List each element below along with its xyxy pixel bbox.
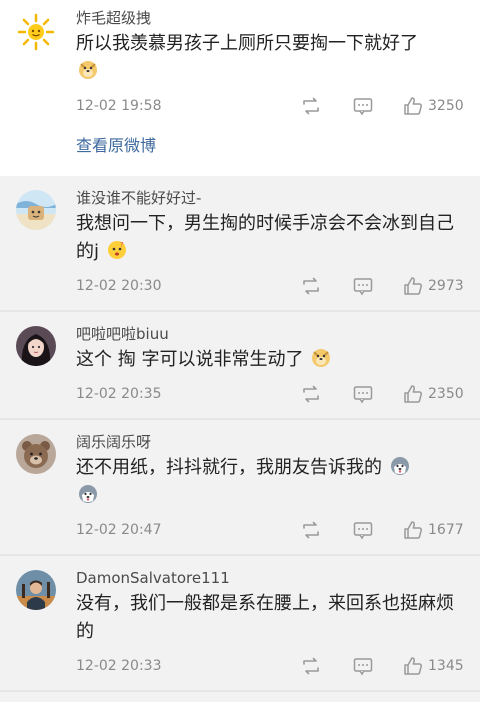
- repost-icon: [303, 97, 319, 115]
- comment-icon: [353, 98, 373, 116]
- repost-button[interactable]: [300, 655, 322, 677]
- thumbs-up-icon: [404, 277, 423, 295]
- repost-button[interactable]: [300, 383, 322, 405]
- comment-item: 吧啦吧啦biuu 这个 掏 字可以说非常生动了 12-02 20:35 2350: [0, 314, 480, 420]
- comment-username[interactable]: 谁没谁不能好好过-: [76, 188, 466, 208]
- repost-icon: [303, 385, 319, 403]
- comment-text-content: 还不用纸，抖抖就行，我朋友告诉我的: [76, 457, 382, 478]
- like-button[interactable]: 1677: [402, 519, 466, 541]
- comment-icon: [353, 522, 373, 540]
- bear-avatar-icon: [16, 434, 56, 474]
- like-count: 3250: [428, 98, 464, 114]
- comment-actions: 3250: [300, 95, 466, 117]
- comment-time: 12-02 20:30: [76, 278, 162, 294]
- reply-button[interactable]: [352, 655, 374, 677]
- comment-time: 12-02 20:33: [76, 658, 162, 674]
- comment-text: 这个 掏 字可以说非常生动了: [76, 346, 466, 374]
- sun-icon: [16, 12, 56, 52]
- comment-item: 谁没谁不能好好过- 我想问一下，男生掏的时候手凉会不会冰到自己的j ? 12-0…: [0, 178, 480, 312]
- comment-username[interactable]: 吧啦吧啦biuu: [76, 324, 466, 344]
- repost-button[interactable]: [300, 275, 322, 297]
- comment-meta: 12-02 20:47 1677: [76, 518, 466, 542]
- comment-feed: 炸毛超级拽 所以我羡慕男孩子上厕所只要掏一下就好了 12-02 19:58 32…: [0, 0, 480, 692]
- comment-username[interactable]: DamonSalvatore111: [76, 568, 466, 588]
- comment-meta: 12-02 20:33 1345: [76, 654, 466, 678]
- husky-emoji-icon: [78, 484, 98, 504]
- comment-icon: [353, 386, 373, 404]
- comment-text: 没有，我们一般都是系在腰上，来回系也挺麻烦的: [76, 593, 454, 642]
- sun-avatar[interactable]: [16, 12, 56, 52]
- repost-icon: [303, 521, 319, 539]
- repost-button[interactable]: [300, 95, 322, 117]
- comment-item: DamonSalvatore111 没有，我们一般都是系在腰上，来回系也挺麻烦的…: [0, 558, 480, 692]
- comment-text: 还不用纸，抖抖就行，我朋友告诉我的: [76, 454, 466, 510]
- reply-button[interactable]: [352, 275, 374, 297]
- comment-actions: 2350: [300, 383, 466, 405]
- like-count: 2973: [428, 278, 464, 294]
- comment-text: 我想问一下，男生掏的时候手凉会不会冰到自己的j ?: [76, 210, 466, 266]
- view-original-link[interactable]: 查看原微博: [76, 132, 156, 156]
- thumbs-up-icon: [404, 385, 423, 403]
- thumbs-up-icon: [404, 521, 423, 539]
- doge-emoji-icon: [311, 348, 331, 368]
- girl-avatar-icon: [16, 326, 56, 366]
- doge-emoji-icon: [78, 60, 98, 80]
- reply-button[interactable]: [352, 519, 374, 541]
- cartoon-avatar[interactable]: [16, 190, 56, 230]
- comment-text-content: 这个 掏 字可以说非常生动了: [76, 349, 304, 370]
- like-count: 1345: [428, 658, 464, 674]
- portrait-avatar[interactable]: [16, 570, 56, 610]
- bear-avatar[interactable]: [16, 434, 56, 474]
- comment-username[interactable]: 炸毛超级拽: [76, 8, 466, 28]
- comment-username[interactable]: 阔乐阔乐呀: [76, 432, 466, 452]
- comment-time: 12-02 20:47: [76, 522, 162, 538]
- comment-time: 12-02 19:58: [76, 98, 162, 114]
- comment-actions: 1677: [300, 519, 466, 541]
- repost-icon: [303, 277, 319, 295]
- cartoon-avatar-icon: [16, 190, 56, 230]
- husky-emoji-icon: [390, 456, 410, 476]
- comment-icon: [353, 658, 373, 676]
- like-button[interactable]: 2973: [402, 275, 466, 297]
- comment-icon: [353, 278, 373, 296]
- svg-text:?: ?: [120, 241, 124, 249]
- girl-avatar[interactable]: [16, 326, 56, 366]
- reply-button[interactable]: [352, 383, 374, 405]
- like-count: 2350: [428, 386, 464, 402]
- comment-meta: 12-02 19:58 3250: [76, 94, 466, 118]
- comment-meta: 12-02 20:30 2973: [76, 274, 466, 298]
- comment-actions: 1345: [300, 655, 466, 677]
- repost-icon: [303, 657, 319, 675]
- repost-button[interactable]: [300, 519, 322, 541]
- portrait-avatar-icon: [16, 570, 56, 610]
- comment-item: 阔乐阔乐呀 还不用纸，抖抖就行，我朋友告诉我的 12-02 20:47 1677: [0, 422, 480, 556]
- comment-time: 12-02 20:35: [76, 386, 162, 402]
- thumbs-up-icon: [404, 97, 423, 115]
- comment-text-content: 所以我羡慕男孩子上厕所只要掏一下就好了: [76, 33, 418, 54]
- like-button[interactable]: 3250: [402, 95, 466, 117]
- like-button[interactable]: 1345: [402, 655, 466, 677]
- comment-text-content: 我想问一下，男生掏的时候手凉会不会冰到自己的j: [76, 213, 454, 262]
- reply-button[interactable]: [352, 95, 374, 117]
- like-count: 1677: [428, 522, 464, 538]
- comment-meta: 12-02 20:35 2350: [76, 382, 466, 406]
- comment-item: 炸毛超级拽 所以我羡慕男孩子上厕所只要掏一下就好了 12-02 19:58 32…: [0, 0, 480, 176]
- like-button[interactable]: 2350: [402, 383, 466, 405]
- comment-actions: 2973: [300, 275, 466, 297]
- comment-text: 所以我羡慕男孩子上厕所只要掏一下就好了: [76, 30, 466, 86]
- confused-emoji-icon: ?: [107, 240, 127, 260]
- thumbs-up-icon: [404, 657, 423, 675]
